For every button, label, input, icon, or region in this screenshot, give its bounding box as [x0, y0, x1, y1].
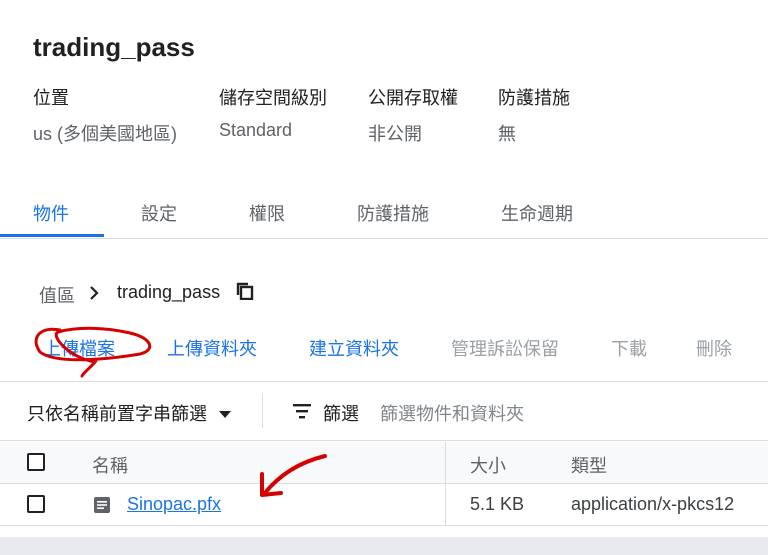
dropdown-caret-icon [219, 411, 232, 419]
tab-lifecycle[interactable]: 生命週期 [501, 200, 573, 226]
delete-button[interactable]: 刪除 [696, 335, 732, 361]
filter-bar-divider [0, 440, 768, 441]
chevron-right-icon [90, 286, 99, 300]
detail-label-location: 位置 [33, 88, 69, 108]
table-row-divider [0, 525, 768, 526]
file-size: 5.1 KB [470, 494, 525, 514]
document-icon [94, 497, 110, 513]
filter-label: 篩選 [323, 404, 359, 424]
tab-settings[interactable]: 設定 [141, 200, 177, 226]
tab-objects[interactable]: 物件 [33, 200, 69, 226]
detail-value-protection: 無 [498, 124, 516, 144]
column-header-name[interactable]: 名稱 [92, 452, 128, 478]
tabs-divider [0, 238, 768, 239]
download-button[interactable]: 下載 [611, 335, 647, 361]
detail-value-storage-class: Standard [219, 120, 293, 140]
column-header-size[interactable]: 大小 [470, 452, 506, 478]
horizontal-scrollbar[interactable] [0, 537, 768, 555]
upload-files-button[interactable]: 上傳檔案 [43, 335, 115, 361]
copy-icon[interactable] [236, 282, 254, 300]
tab-protection[interactable]: 防護措施 [357, 200, 429, 226]
active-tab-indicator [0, 234, 104, 237]
file-type: application/x-pkcs12 [571, 494, 735, 514]
filter-divider [262, 394, 263, 428]
detail-value-location: us (多個美國地區) [33, 124, 177, 144]
upload-folder-button[interactable]: 上傳資料夾 [167, 335, 257, 361]
create-folder-button[interactable]: 建立資料夾 [309, 335, 399, 361]
detail-label-protection: 防護措施 [498, 88, 570, 108]
breadcrumb-buckets-link[interactable]: 值區 [39, 282, 75, 308]
filter-lines-icon [293, 404, 311, 419]
prefix-filter-dropdown[interactable]: 只依名稱前置字串篩選 [27, 400, 232, 426]
detail-value-public-access: 非公開 [368, 124, 422, 144]
action-bar-divider [0, 381, 768, 382]
detail-label-storage-class: 儲存空間級別 [219, 88, 327, 108]
detail-label-public-access: 公開存取權 [368, 88, 458, 108]
filter-input[interactable]: 篩選物件和資料夾 [380, 400, 524, 426]
select-all-checkbox[interactable] [27, 453, 45, 471]
manage-holds-button[interactable]: 管理訴訟保留 [451, 335, 559, 361]
row-select-checkbox[interactable] [27, 495, 45, 513]
filter-button[interactable]: 篩選 [293, 400, 359, 426]
breadcrumb-current-bucket: trading_pass [117, 282, 221, 302]
prefix-filter-label: 只依名稱前置字串篩選 [27, 404, 207, 424]
tab-permissions[interactable]: 權限 [249, 200, 285, 226]
bucket-title: trading_pass [33, 32, 195, 62]
table-header-divider [0, 483, 768, 484]
column-header-type[interactable]: 類型 [571, 452, 607, 478]
file-name-link[interactable]: Sinopac.pfx [127, 494, 221, 515]
